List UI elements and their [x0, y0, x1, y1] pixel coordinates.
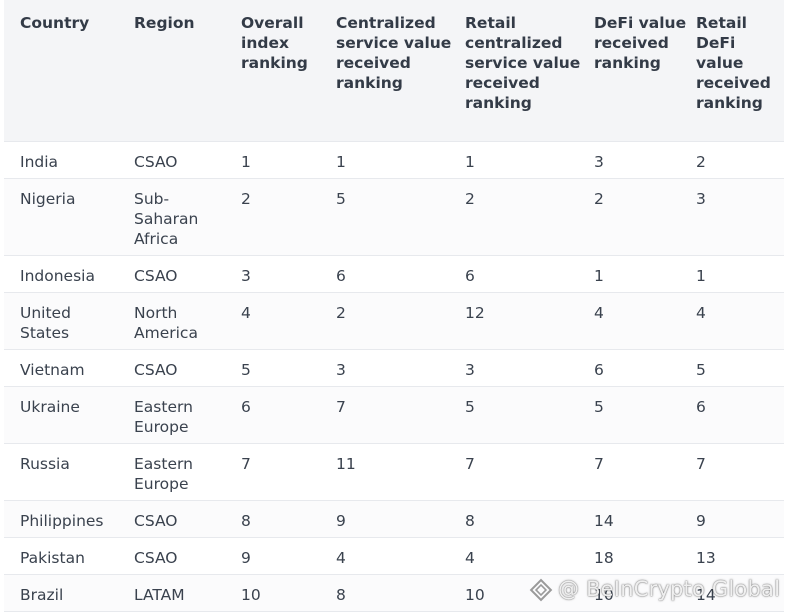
cell-region: Eastern Europe: [134, 398, 193, 436]
header-country: Country: [20, 14, 90, 32]
cell-centralized: 2: [336, 304, 346, 322]
cell-region: CSAO: [134, 153, 178, 171]
cell-retail-defi: 5: [696, 361, 706, 379]
cell-country: Indonesia: [20, 267, 95, 285]
cell-country: Russia: [20, 455, 70, 473]
header-retail-centralized-ranking: Retail centralized service value receive…: [465, 14, 581, 112]
header-region: Region: [134, 14, 195, 32]
cell-defi: 18: [594, 549, 614, 567]
cell-retail-defi: 6: [696, 398, 706, 416]
cell-region: CSAO: [134, 267, 178, 285]
cell-country: Ukraine: [20, 398, 80, 416]
cell-overall: 6: [241, 398, 251, 416]
cell-retail-centralized: 8: [465, 512, 475, 530]
cell-centralized: 8: [336, 586, 346, 604]
cell-retail-centralized: 6: [465, 267, 475, 285]
cell-retail-defi: 13: [696, 549, 716, 567]
cell-overall: 3: [241, 267, 251, 285]
cell-defi: 5: [594, 398, 604, 416]
cell-region: Sub-Saharan Africa: [134, 190, 199, 248]
cell-retail-defi: 4: [696, 304, 706, 322]
table-row: Pakistan CSAO 9 4 4 18 13: [4, 538, 784, 575]
watermark: @ BeInCrypto Global: [528, 574, 780, 604]
cell-country: Pakistan: [20, 549, 85, 567]
table-row: Russia Eastern Europe 7 11 7 7 7: [4, 444, 784, 501]
cell-region: CSAO: [134, 512, 178, 530]
cell-region: LATAM: [134, 586, 185, 604]
cell-retail-defi: 2: [696, 153, 706, 171]
cell-defi: 3: [594, 153, 604, 171]
header-overall-index-ranking: Overall index ranking: [241, 14, 308, 72]
cell-retail-defi: 3: [696, 190, 706, 208]
table-row: India CSAO 1 1 1 3 2: [4, 142, 784, 179]
cell-retail-centralized: 7: [465, 455, 475, 473]
table-row: Indonesia CSAO 3 6 6 1 1: [4, 256, 784, 293]
table-row: United States North America 4 2 12 4 4: [4, 293, 784, 350]
cell-retail-centralized: 5: [465, 398, 475, 416]
cell-centralized: 3: [336, 361, 346, 379]
cell-centralized: 4: [336, 549, 346, 567]
cell-retail-centralized: 3: [465, 361, 475, 379]
cell-overall: 2: [241, 190, 251, 208]
ranking-table: Country Region Overall index ranking Cen…: [4, 0, 784, 612]
cell-retail-centralized: 2: [465, 190, 475, 208]
cell-defi: 1: [594, 267, 604, 285]
cell-region: CSAO: [134, 361, 178, 379]
cell-retail-centralized: 4: [465, 549, 475, 567]
cell-defi: 7: [594, 455, 604, 473]
cell-region: Eastern Europe: [134, 455, 193, 493]
cell-retail-defi: 1: [696, 267, 706, 285]
header-defi-ranking: DeFi value received ranking: [594, 14, 687, 72]
cell-overall: 5: [241, 361, 251, 379]
cell-country: Brazil: [20, 586, 64, 604]
cell-retail-defi: 9: [696, 512, 706, 530]
table-row: Vietnam CSAO 5 3 3 6 5: [4, 350, 784, 387]
header-retail-defi-ranking: Retail DeFi value received ranking: [696, 14, 771, 112]
cell-overall: 8: [241, 512, 251, 530]
cell-retail-defi: 7: [696, 455, 706, 473]
cell-centralized: 1: [336, 153, 346, 171]
cell-centralized: 11: [336, 455, 356, 473]
table-row: Ukraine Eastern Europe 6 7 5 5 6: [4, 387, 784, 444]
cell-overall: 10: [241, 586, 261, 604]
header-centralized-service-ranking: Centralized service value received ranki…: [336, 14, 452, 92]
cell-defi: 6: [594, 361, 604, 379]
cell-region: CSAO: [134, 549, 178, 567]
cell-centralized: 9: [336, 512, 346, 530]
cell-country: India: [20, 153, 59, 171]
beincrypto-logo-icon: [528, 577, 554, 603]
cell-country: United States: [20, 304, 71, 342]
cell-overall: 4: [241, 304, 251, 322]
cell-centralized: 7: [336, 398, 346, 416]
cell-country: Philippines: [20, 512, 104, 530]
cell-overall: 1: [241, 153, 251, 171]
cell-defi: 14: [594, 512, 614, 530]
cell-overall: 9: [241, 549, 251, 567]
cell-region: North America: [134, 304, 198, 342]
cell-centralized: 5: [336, 190, 346, 208]
cell-defi: 4: [594, 304, 604, 322]
cell-defi: 2: [594, 190, 604, 208]
cell-centralized: 6: [336, 267, 346, 285]
watermark-text: @ BeInCrypto Global: [558, 577, 781, 601]
cell-retail-centralized: 1: [465, 153, 475, 171]
cell-retail-centralized: 12: [465, 304, 485, 322]
cell-country: Nigeria: [20, 190, 76, 208]
cell-overall: 7: [241, 455, 251, 473]
table-header-row: Country Region Overall index ranking Cen…: [4, 0, 784, 142]
table-row: Philippines CSAO 8 9 8 14 9: [4, 501, 784, 538]
table-row: Nigeria Sub-Saharan Africa 2 5 2 2 3: [4, 179, 784, 256]
cell-country: Vietnam: [20, 361, 85, 379]
